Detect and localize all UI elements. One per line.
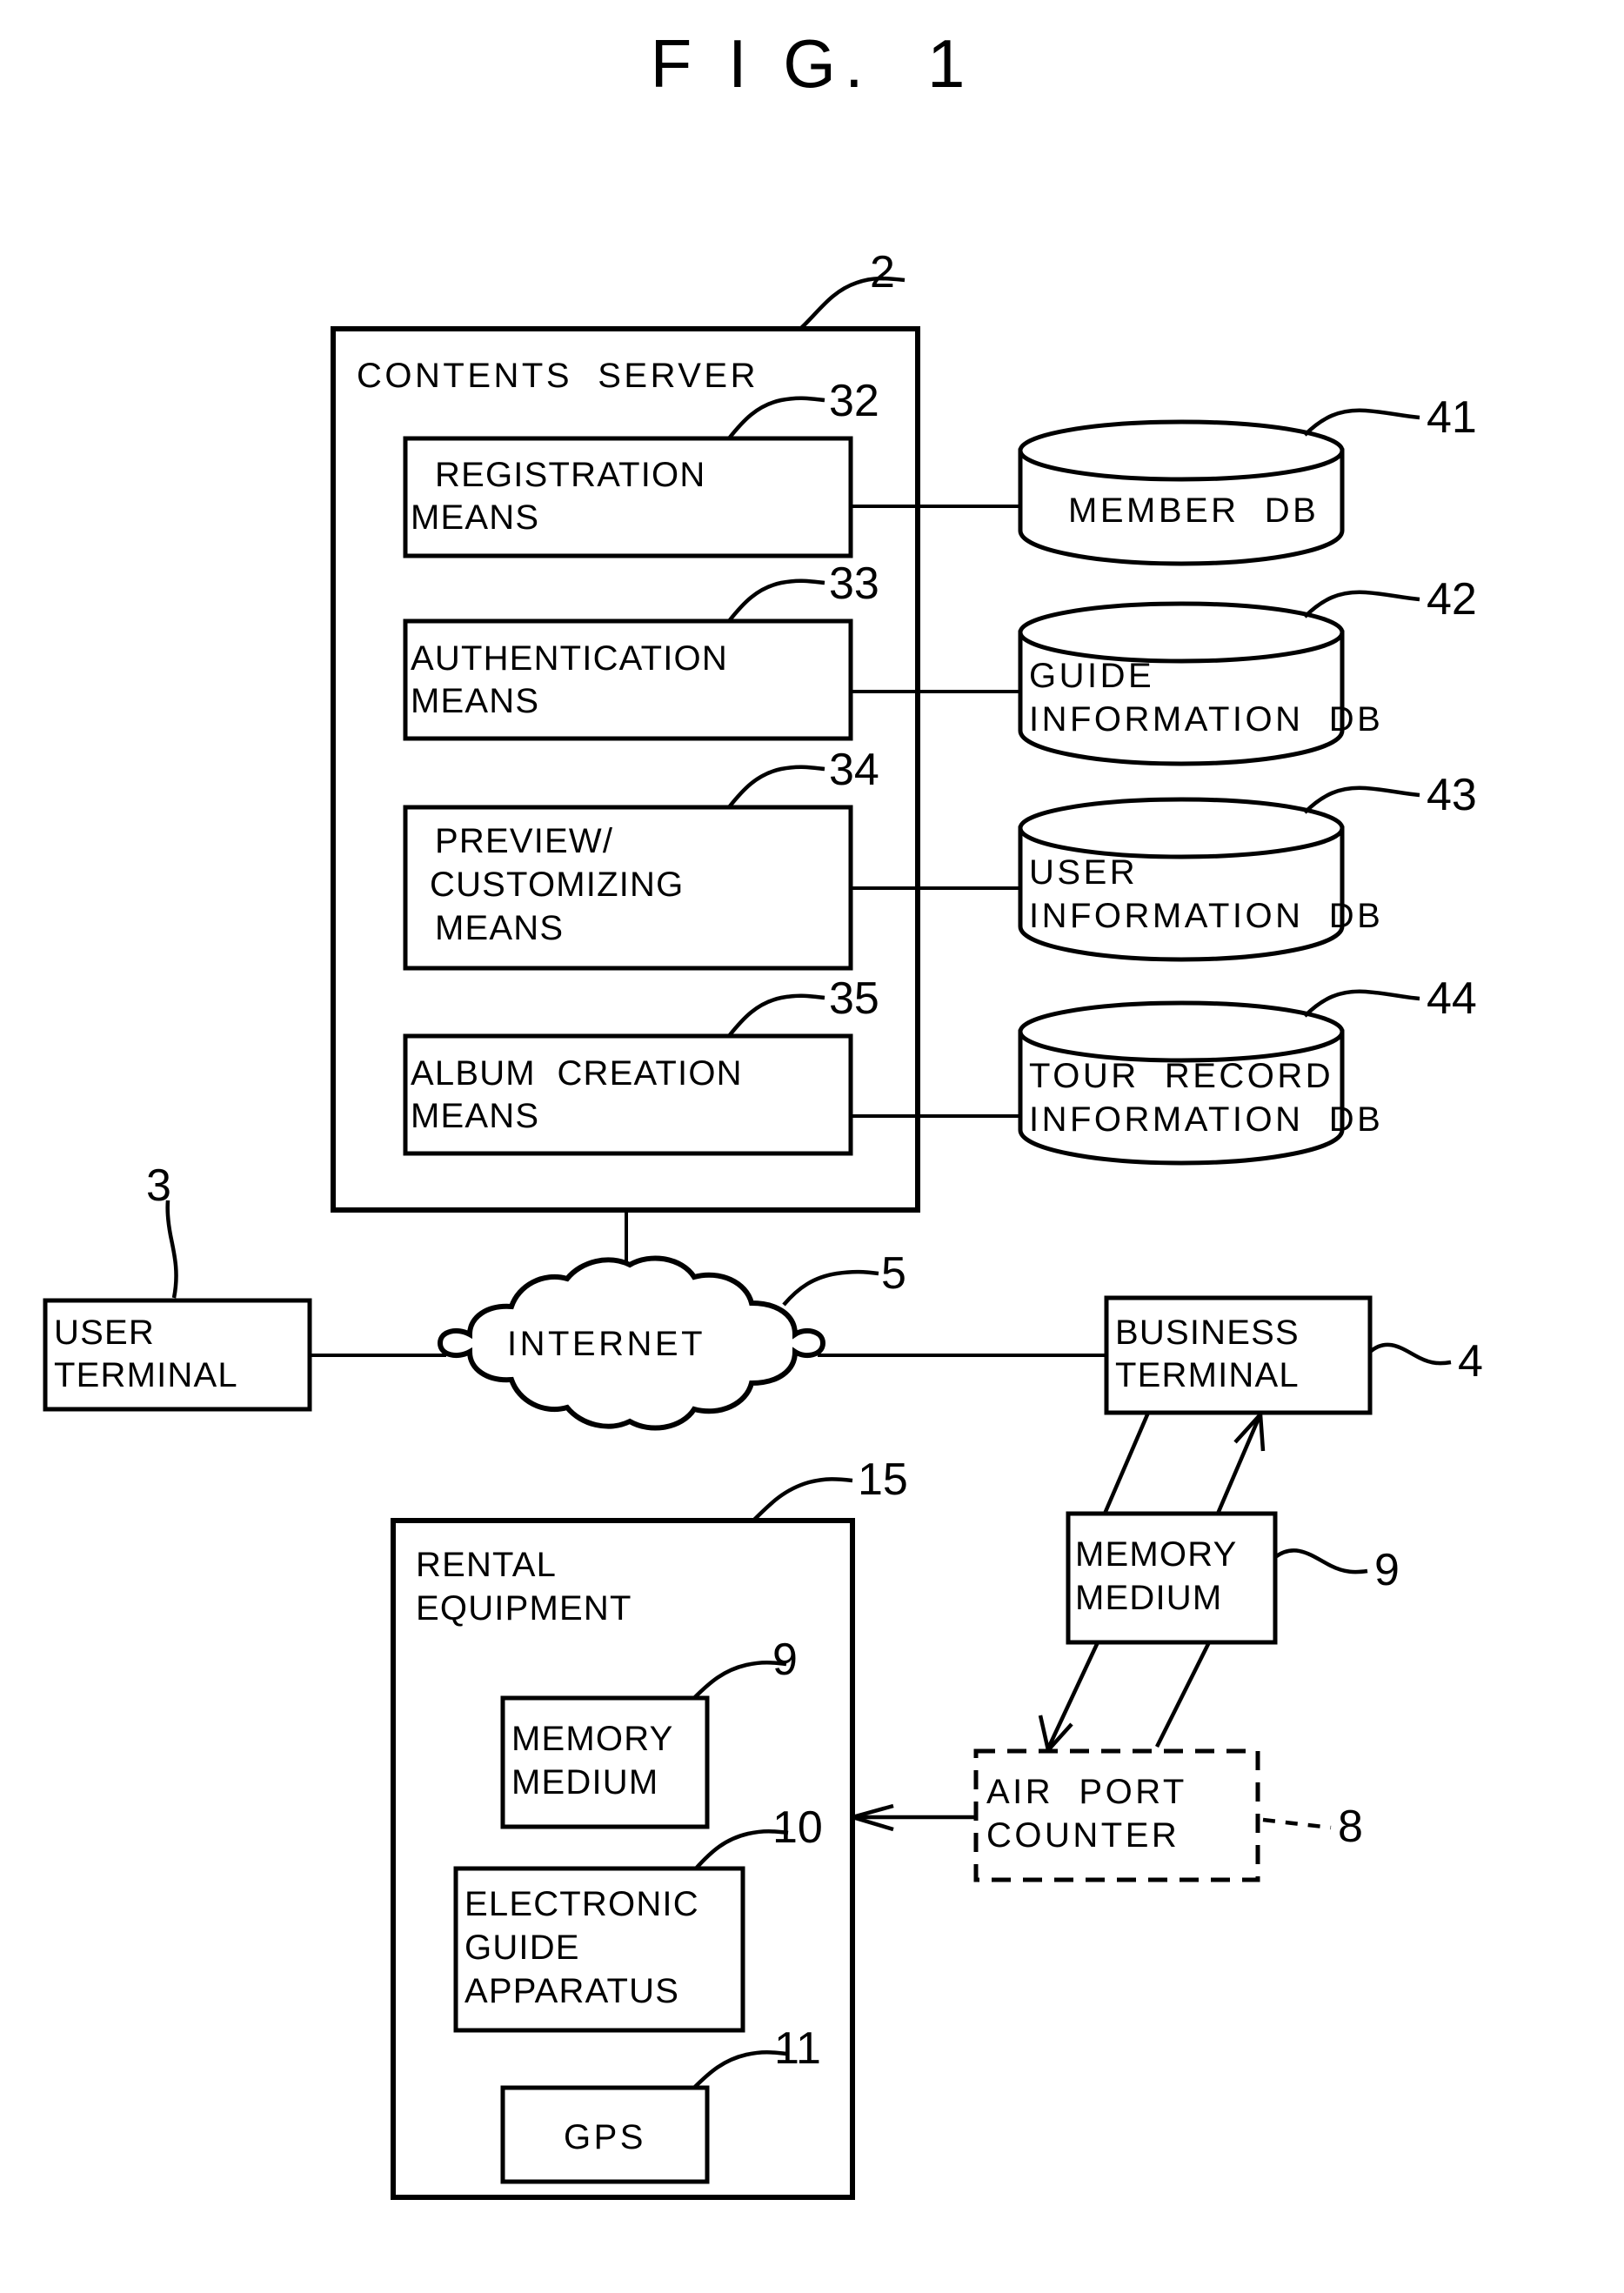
- arrow-business-to-counter-line: [1102, 1412, 1151, 1514]
- rental-equipment-line1: RENTAL: [416, 1546, 557, 1584]
- air-port-counter-line2: COUNTER: [986, 1816, 1180, 1855]
- ref-number-32: 32: [829, 376, 879, 426]
- leader-line-8: [1262, 1817, 1332, 1830]
- business-terminal-line1: BUSINESS: [1115, 1314, 1300, 1352]
- ref-number-15: 15: [858, 1454, 908, 1505]
- ref-number-3: 3: [146, 1160, 171, 1211]
- ref-number-10: 10: [772, 1802, 823, 1853]
- memory-medium-business-box: [1066, 1511, 1278, 1645]
- internet-label: INTERNET: [507, 1325, 705, 1363]
- preview-customizing-means-line2: CUSTOMIZING: [430, 866, 684, 904]
- leader-line-44: [1303, 989, 1420, 1018]
- user-terminal-line1: USER: [54, 1314, 155, 1352]
- user-information-db-line2: INFORMATION DB: [1029, 897, 1383, 935]
- user-information-db-line1: USER: [1029, 853, 1138, 892]
- gps-label: GPS: [564, 2118, 646, 2156]
- contents-server-label: CONTENTS SERVER: [357, 357, 759, 395]
- member-db-cylinder-top: [1018, 419, 1345, 482]
- leader-line-3: [165, 1200, 178, 1299]
- guide-information-db-line2: INFORMATION DB: [1029, 700, 1383, 739]
- arrow-counter-to-memory-line: [1154, 1641, 1212, 1748]
- leader-line-5: [782, 1269, 879, 1307]
- electronic-guide-apparatus-line3: APPARATUS: [464, 1972, 679, 2010]
- leader-line-41: [1303, 408, 1420, 437]
- business-terminal-line2: TERMINAL: [1115, 1356, 1300, 1394]
- ref-number-43: 43: [1427, 770, 1477, 820]
- ref-number-35: 35: [829, 973, 879, 1024]
- arrow-memory-to-counter-line: [1046, 1641, 1100, 1749]
- ref-number-9-business: 9: [1374, 1545, 1400, 1595]
- member-db-label: MEMBER DB: [1068, 491, 1319, 530]
- memory-medium-rental-line2: MEDIUM: [511, 1763, 658, 1802]
- album-creation-means-line1: ALBUM CREATION: [411, 1054, 743, 1093]
- album-creation-means-line2: MEANS: [411, 1097, 539, 1135]
- leader-line-42: [1303, 590, 1420, 618]
- user-information-db-cylinder-top: [1018, 797, 1345, 859]
- leader-line-15: [752, 1477, 853, 1522]
- tour-record-information-db-line1: TOUR RECORD: [1029, 1057, 1333, 1095]
- ref-number-34: 34: [829, 745, 879, 795]
- ref-number-9-rental: 9: [772, 1635, 798, 1685]
- ref-number-5: 5: [881, 1248, 906, 1299]
- preview-customizing-means-line3: MEANS: [435, 909, 564, 947]
- ref-number-41: 41: [1427, 392, 1477, 443]
- memory-medium-business-line1: MEMORY: [1075, 1535, 1237, 1574]
- rental-equipment-line2: EQUIPMENT: [416, 1589, 632, 1628]
- ref-number-8: 8: [1338, 1802, 1363, 1852]
- leader-line-4: [1368, 1342, 1452, 1366]
- arrow-memory-to-business-line: [1215, 1415, 1262, 1514]
- ref-number-4: 4: [1458, 1336, 1483, 1387]
- tour-record-information-db-line2: INFORMATION DB: [1029, 1100, 1383, 1139]
- patent-diagram: CONTENTS SERVER 2 REGISTRATION MEANS 32 …: [43, 247, 1483, 2200]
- user-terminal-line2: TERMINAL: [54, 1356, 238, 1394]
- ref-number-2: 2: [870, 247, 895, 297]
- air-port-counter-line1: AIR PORT: [986, 1773, 1187, 1811]
- ref-number-11: 11: [774, 2023, 821, 2074]
- electronic-guide-apparatus-line2: GUIDE: [464, 1929, 580, 1967]
- air-port-counter-box: [973, 1748, 1260, 1882]
- memory-medium-business-line2: MEDIUM: [1075, 1579, 1222, 1617]
- figure-page: F I G. 1 CONTENTS SERVER 2 REGISTRATION …: [0, 0, 1624, 2293]
- guide-information-db-cylinder-top: [1018, 601, 1345, 664]
- registration-means-line1: REGISTRATION: [435, 456, 705, 494]
- authentication-means-line2: MEANS: [411, 682, 539, 720]
- memory-medium-rental-box: [500, 1695, 710, 1829]
- tour-record-information-db-cylinder-top: [1018, 1000, 1345, 1063]
- registration-means-line2: MEANS: [411, 498, 539, 537]
- ref-number-44: 44: [1427, 973, 1477, 1024]
- authentication-means-line1: AUTHENTICATION: [411, 639, 728, 678]
- leader-line-9-business: [1273, 1548, 1368, 1574]
- ref-number-33: 33: [829, 558, 879, 609]
- ref-number-42: 42: [1427, 574, 1477, 625]
- guide-information-db-line1: GUIDE: [1029, 657, 1154, 695]
- electronic-guide-apparatus-line1: ELECTRONIC: [464, 1885, 699, 1923]
- leader-line-43: [1303, 786, 1420, 814]
- memory-medium-rental-line1: MEMORY: [511, 1720, 673, 1758]
- preview-customizing-means-line1: PREVIEW/: [435, 822, 613, 860]
